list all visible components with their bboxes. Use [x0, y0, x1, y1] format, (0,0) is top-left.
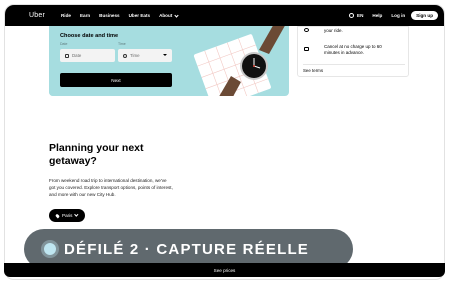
next-button[interactable]: Next	[60, 73, 172, 87]
time-placeholder: Time	[130, 53, 140, 58]
benefit-text-1: your ride.	[324, 28, 343, 33]
divider	[303, 64, 405, 65]
location-pin-icon	[55, 213, 60, 218]
language-selector[interactable]: EN	[349, 13, 363, 18]
clock-icon	[123, 53, 127, 58]
uber-logo[interactable]: Uber	[29, 12, 45, 19]
planning-title-line2: getaway?	[49, 155, 97, 167]
planning-desc-line3: and more with our new City Hub.	[49, 192, 116, 197]
status-dot-icon	[44, 243, 56, 255]
schedule-title: Choose date and time	[60, 33, 119, 39]
planning-desc-line1: From weekend road trip to international …	[49, 178, 167, 183]
caret-down-icon	[163, 54, 167, 56]
city-label: Paris	[62, 213, 73, 218]
planning-desc-line2: got you covered. Explore transport optio…	[49, 185, 173, 190]
signup-button[interactable]: Sign up	[411, 11, 438, 20]
schedule-form: Choose date and time Date Time Date Time…	[49, 26, 183, 96]
planning-title-line1: Planning your next	[49, 142, 144, 154]
language-label: EN	[357, 13, 364, 18]
date-field[interactable]: Date	[60, 49, 115, 62]
benefits-card: your ride. Cancel at no charge up to 60 …	[297, 26, 409, 77]
badge-text: DÉFILÉ 2 · CAPTURE RÉELLE	[64, 240, 310, 258]
nav-link-business[interactable]: Business	[99, 13, 119, 18]
time-label: Time	[118, 42, 126, 46]
nav-right: EN Help Log in Sign up	[349, 11, 438, 20]
city-selector-button[interactable]: Paris	[49, 209, 86, 222]
see-prices-button[interactable]: See prices	[4, 263, 445, 277]
globe-icon	[349, 13, 355, 18]
card-icon	[304, 47, 309, 51]
schedule-card: Choose date and time Date Time Date Time…	[49, 26, 289, 96]
date-label: Date	[60, 42, 68, 46]
planning-title: Planning your next getaway?	[49, 142, 179, 168]
time-field[interactable]: Time	[118, 49, 172, 62]
nav-link-about[interactable]: About	[159, 13, 179, 18]
browser-viewport: Uber Ride Earn Business Uber Eats About …	[4, 4, 445, 280]
chevron-down-icon	[74, 212, 79, 217]
calendar-clock-illustration	[193, 26, 285, 96]
date-placeholder: Date	[72, 53, 82, 58]
chevron-down-icon	[174, 13, 179, 18]
clock-icon	[304, 28, 309, 32]
nav-link-uber-eats[interactable]: Uber Eats	[129, 13, 150, 18]
planning-description: From weekend road trip to international …	[49, 177, 199, 198]
benefit-text-2b: minutes in advance.	[324, 50, 365, 55]
help-link[interactable]: Help	[372, 13, 382, 18]
login-link[interactable]: Log in	[391, 13, 405, 18]
see-terms-link[interactable]: See terms	[303, 68, 323, 73]
nav-link-earn[interactable]: Earn	[80, 13, 90, 18]
nav-about-label: About	[159, 13, 173, 18]
top-nav: Uber Ride Earn Business Uber Eats About …	[5, 5, 444, 26]
calendar-icon	[65, 53, 69, 58]
nav-link-ride[interactable]: Ride	[61, 13, 71, 18]
